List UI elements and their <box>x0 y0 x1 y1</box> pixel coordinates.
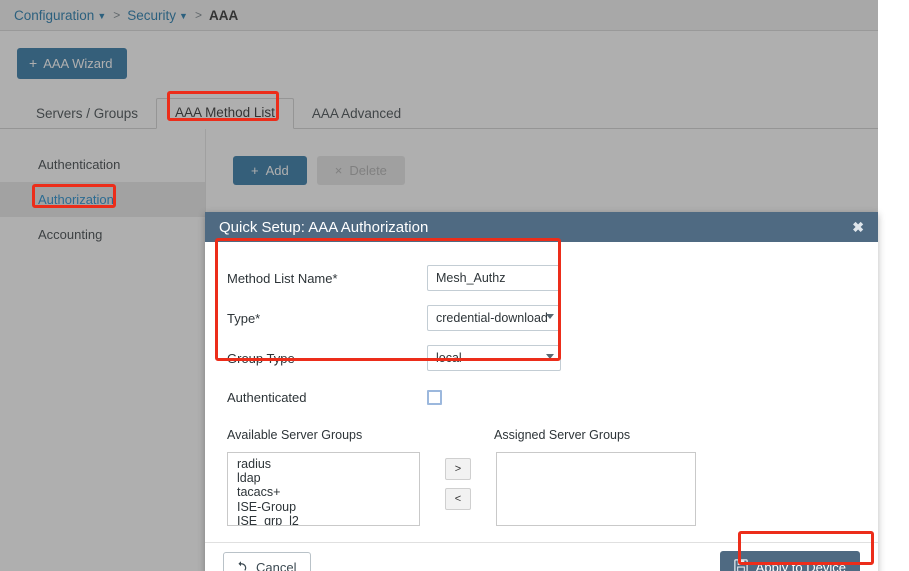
group-type-select-value: local <box>427 345 561 371</box>
apply-to-device-button[interactable]: Apply to Device <box>719 551 860 571</box>
label-method-list-name: Method List Name* <box>227 270 338 286</box>
label-authenticated: Authenticated <box>227 389 307 405</box>
dialog-footer: Cancel Apply to Device <box>205 542 878 571</box>
type-select-value: credential-download <box>427 305 561 331</box>
dialog-title: Quick Setup: AAA Authorization <box>219 218 429 236</box>
label-available-server-groups: Available Server Groups <box>227 428 363 442</box>
field-row-method-list-name: Method List Name* <box>227 260 856 296</box>
label-type: Type* <box>227 310 261 326</box>
transfer-buttons: > < <box>420 452 496 510</box>
label-group-type: Group Type <box>227 350 295 366</box>
field-row-group-type: Group Type local <box>227 340 856 376</box>
list-item[interactable]: radius <box>228 457 419 471</box>
dialog-body: Method List Name* Type* credential-downl… <box>205 242 878 542</box>
move-left-button[interactable]: < <box>445 488 471 510</box>
list-item[interactable]: ISE_grp_l2 <box>228 514 419 525</box>
available-server-groups-list[interactable]: radius ldap tacacs+ ISE-Group ISE_grp_l2 <box>227 452 420 526</box>
authenticated-checkbox[interactable] <box>427 389 442 405</box>
assigned-server-groups-list[interactable] <box>496 452 696 526</box>
group-type-select[interactable]: local <box>427 345 561 371</box>
type-select[interactable]: credential-download <box>427 305 561 331</box>
dialog-header: Quick Setup: AAA Authorization ✖ <box>205 212 878 242</box>
server-groups-body: radius ldap tacacs+ ISE-Group ISE_grp_l2… <box>227 452 856 526</box>
cancel-button[interactable]: Cancel <box>223 552 312 571</box>
label-assigned-server-groups: Assigned Server Groups <box>494 428 631 442</box>
list-item[interactable]: ldap <box>228 471 419 485</box>
list-item[interactable]: tacacs+ <box>228 485 419 499</box>
field-row-type: Type* credential-download <box>227 300 856 336</box>
apply-to-device-label: Apply to Device <box>755 559 846 571</box>
field-row-authenticated: Authenticated <box>227 380 856 414</box>
server-groups-section: Available Server Groups Assigned Server … <box>227 428 856 526</box>
quick-setup-dialog: Quick Setup: AAA Authorization ✖ Method … <box>205 212 878 571</box>
list-item[interactable]: ISE-Group <box>228 500 419 514</box>
method-list-name-input[interactable] <box>427 265 561 291</box>
move-right-button[interactable]: > <box>445 458 471 480</box>
close-icon[interactable]: ✖ <box>852 220 864 234</box>
save-icon <box>733 559 748 571</box>
server-groups-headers: Available Server Groups Assigned Server … <box>227 428 856 442</box>
cancel-button-label: Cancel <box>256 559 297 571</box>
undo-icon <box>238 560 250 571</box>
screenshot-root: Configuration ▼ > Security ▼ > AAA + AAA Wi… <box>0 0 909 571</box>
